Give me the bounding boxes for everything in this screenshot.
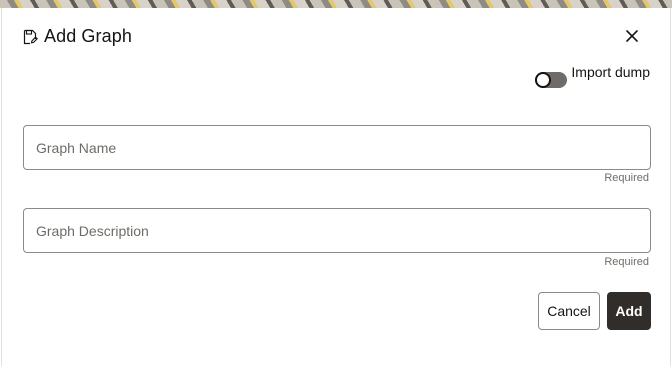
close-icon [625, 29, 639, 48]
graph-name-input[interactable] [24, 126, 650, 169]
add-graph-dialog: Add Graph Import dump Required Required … [1, 8, 671, 366]
cancel-button[interactable]: Cancel [538, 292, 600, 330]
graph-name-field [23, 125, 651, 170]
add-button[interactable]: Add [607, 292, 651, 330]
import-dump-label: Import dump [571, 64, 650, 80]
switch-knob [535, 72, 552, 88]
import-dump-toggle: Import dump [535, 64, 650, 88]
graph-description-input[interactable] [24, 209, 650, 252]
page: Add Graph Import dump Required Required … [0, 0, 672, 366]
backdrop-pattern [0, 0, 672, 8]
dialog-header: Add Graph [22, 26, 132, 47]
graph-description-required-hint: Required [604, 256, 649, 268]
import-dump-switch[interactable] [535, 72, 568, 88]
save-file-icon [22, 29, 38, 45]
close-button[interactable] [622, 28, 642, 48]
dialog-title: Add Graph [44, 26, 132, 46]
graph-name-required-hint: Required [604, 172, 649, 184]
graph-description-field [23, 208, 651, 253]
